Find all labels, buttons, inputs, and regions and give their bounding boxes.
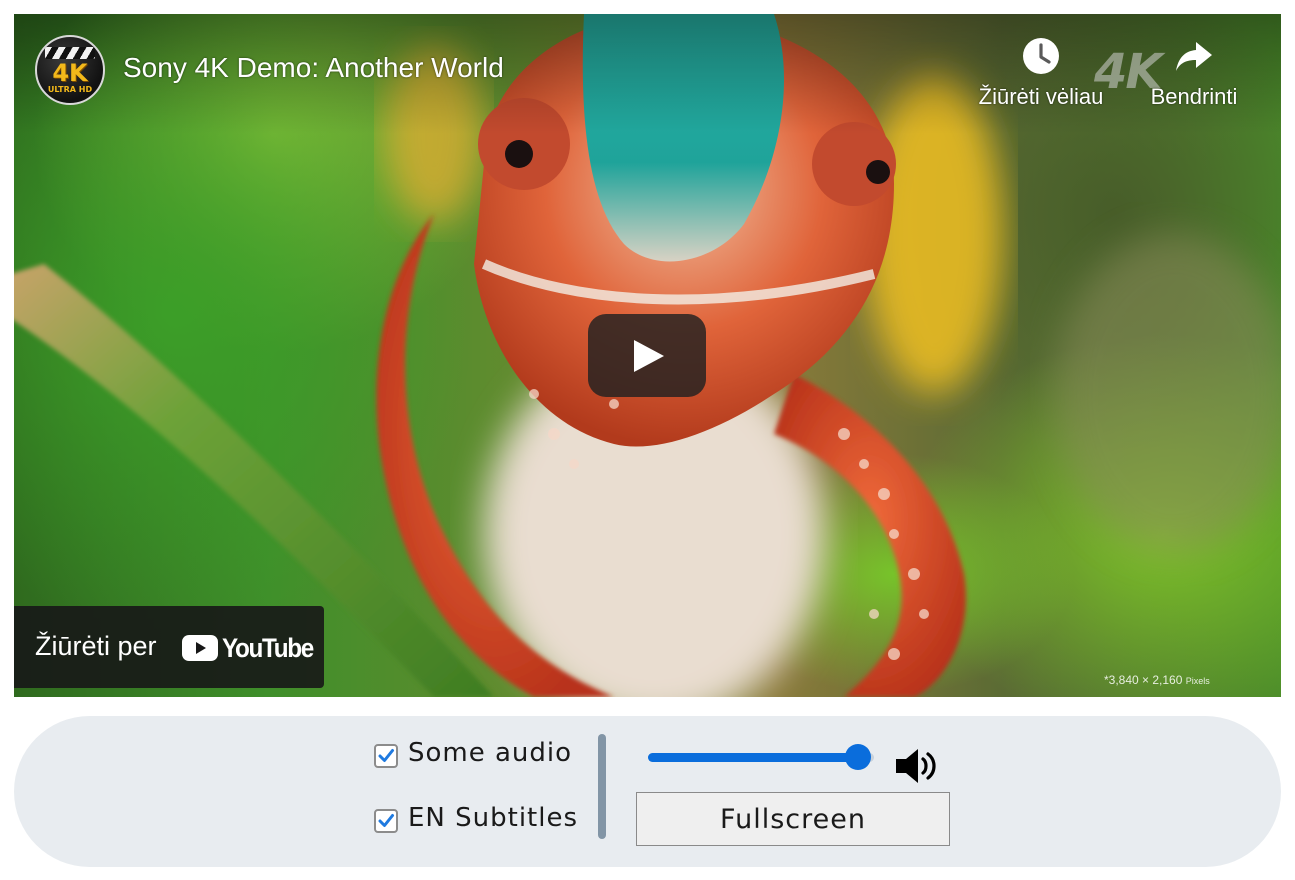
watch-on-label: Žiūrėti per [35,631,157,661]
volume-slider-fill [648,753,858,762]
subtitles-label: EN Subtitles [408,803,579,833]
channel-logo-subtext: ULTRA HD [47,85,93,94]
video-title[interactable]: Sony 4K Demo: Another World [123,52,504,84]
resolution-unit: Pixels [1185,676,1210,686]
play-button[interactable] [588,314,706,397]
subtitles-toggle[interactable]: EN Subtitles [374,803,578,833]
share-arrow-icon [1176,42,1212,71]
youtube-play-icon [182,635,218,661]
checkmark-icon [378,749,394,762]
volume-slider[interactable] [648,744,874,770]
watch-later-label: Žiūrėti vėliau [978,84,1104,109]
clock-icon [1023,38,1059,74]
checkmark-icon [378,814,394,827]
resolution-note: *3,840 × 2,160 Pixels [1104,673,1210,687]
play-icon [634,340,664,372]
youtube-logo: YouTube [182,632,323,663]
subtitles-checkbox[interactable] [374,809,398,833]
audio-checkbox[interactable] [374,744,398,768]
volume-slider-thumb[interactable] [845,744,871,770]
watch-on-youtube-button[interactable]: Žiūrėti per YouTube [14,606,324,688]
audio-toggle[interactable]: Some audio [374,738,572,768]
fullscreen-button[interactable]: Fullscreen [636,792,950,846]
audio-label: Some audio [408,738,573,768]
control-divider [598,734,606,839]
clapperboard-icon [45,47,95,59]
control-bar: Some audio EN Subtitles Fullscreen [14,716,1281,867]
page: 4K ULTRA HD Sony 4K Demo: Another World … [0,0,1295,880]
resolution-value: *3,840 × 2,160 [1104,673,1183,687]
share-button[interactable]: Bendrinti [1142,36,1246,110]
video-player[interactable]: 4K ULTRA HD Sony 4K Demo: Another World … [14,14,1281,697]
speaker-volume-icon[interactable] [894,746,940,786]
channel-avatar[interactable]: 4K ULTRA HD [35,35,105,105]
channel-logo-text: 4K [52,59,88,87]
watch-later-button[interactable]: Žiūrėti vėliau [970,36,1112,110]
youtube-wordmark: YouTube [222,632,314,663]
share-label: Bendrinti [1150,84,1238,109]
